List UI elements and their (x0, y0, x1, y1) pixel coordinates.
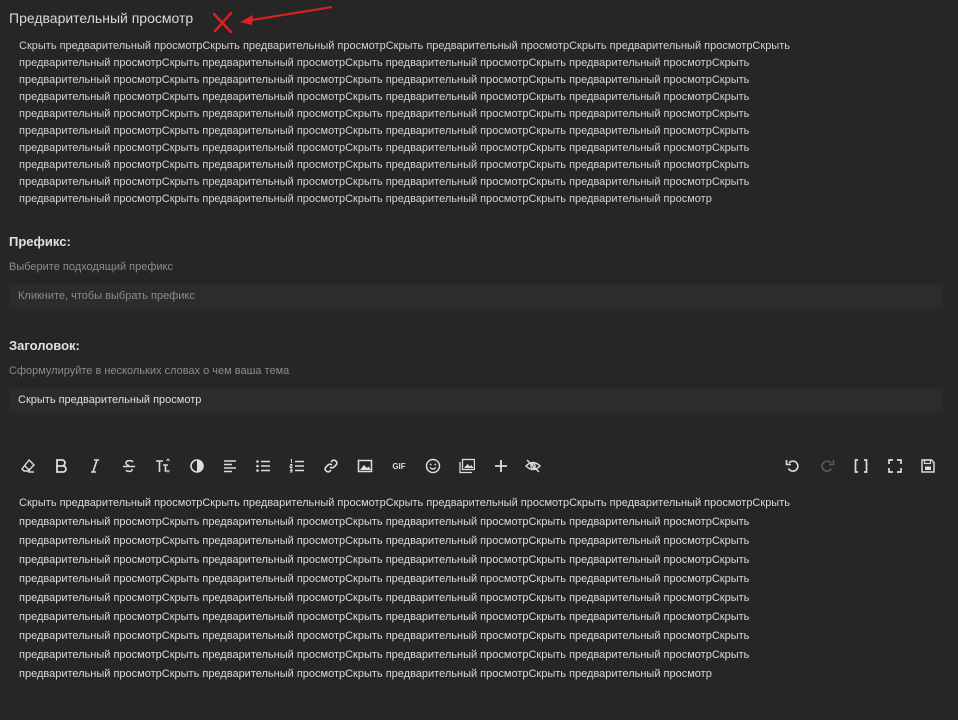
gif-icon[interactable]: GIF (388, 455, 410, 477)
hide-preview-icon[interactable] (522, 455, 544, 477)
bold-icon[interactable] (50, 455, 72, 477)
title-input[interactable]: Скрыть предварительный просмотр (9, 388, 943, 413)
editor-content[interactable]: Скрыть предварительный просмотрСкрыть пр… (19, 494, 899, 684)
numbered-list-icon[interactable] (286, 455, 308, 477)
preview-title: Предварительный просмотр (9, 10, 194, 26)
fullscreen-icon[interactable] (884, 455, 906, 477)
gif-label: GIF (392, 461, 406, 471)
redo-icon[interactable] (816, 455, 838, 477)
link-icon[interactable] (320, 455, 342, 477)
plus-icon[interactable] (490, 455, 512, 477)
text-size-icon[interactable] (152, 455, 174, 477)
undo-icon[interactable] (782, 455, 804, 477)
align-icon[interactable] (219, 455, 241, 477)
italic-icon[interactable] (84, 455, 106, 477)
strikethrough-icon[interactable] (118, 455, 140, 477)
image-icon[interactable] (354, 455, 376, 477)
save-icon[interactable] (917, 455, 939, 477)
code-brackets-icon[interactable] (850, 455, 872, 477)
gallery-icon[interactable] (456, 455, 478, 477)
prefix-hint: Выберите подходящий префикс (9, 261, 173, 273)
bullet-list-icon[interactable] (252, 455, 274, 477)
color-icon[interactable] (186, 455, 208, 477)
prefix-label: Префикс: (9, 234, 71, 249)
emoji-icon[interactable] (422, 455, 444, 477)
editor-toolbar: GIF (9, 450, 943, 480)
title-label: Заголовок: (9, 338, 80, 353)
arrow-annotation-icon (240, 6, 333, 25)
eraser-icon[interactable] (17, 455, 39, 477)
title-hint: Сформулируйте в нескольких словах о чем … (9, 365, 290, 377)
close-annotation-icon (212, 11, 233, 34)
prefix-select[interactable]: Кликните, чтобы выбрать префикс (9, 284, 943, 309)
preview-text: Скрыть предварительный просмотрСкрыть пр… (19, 40, 790, 205)
